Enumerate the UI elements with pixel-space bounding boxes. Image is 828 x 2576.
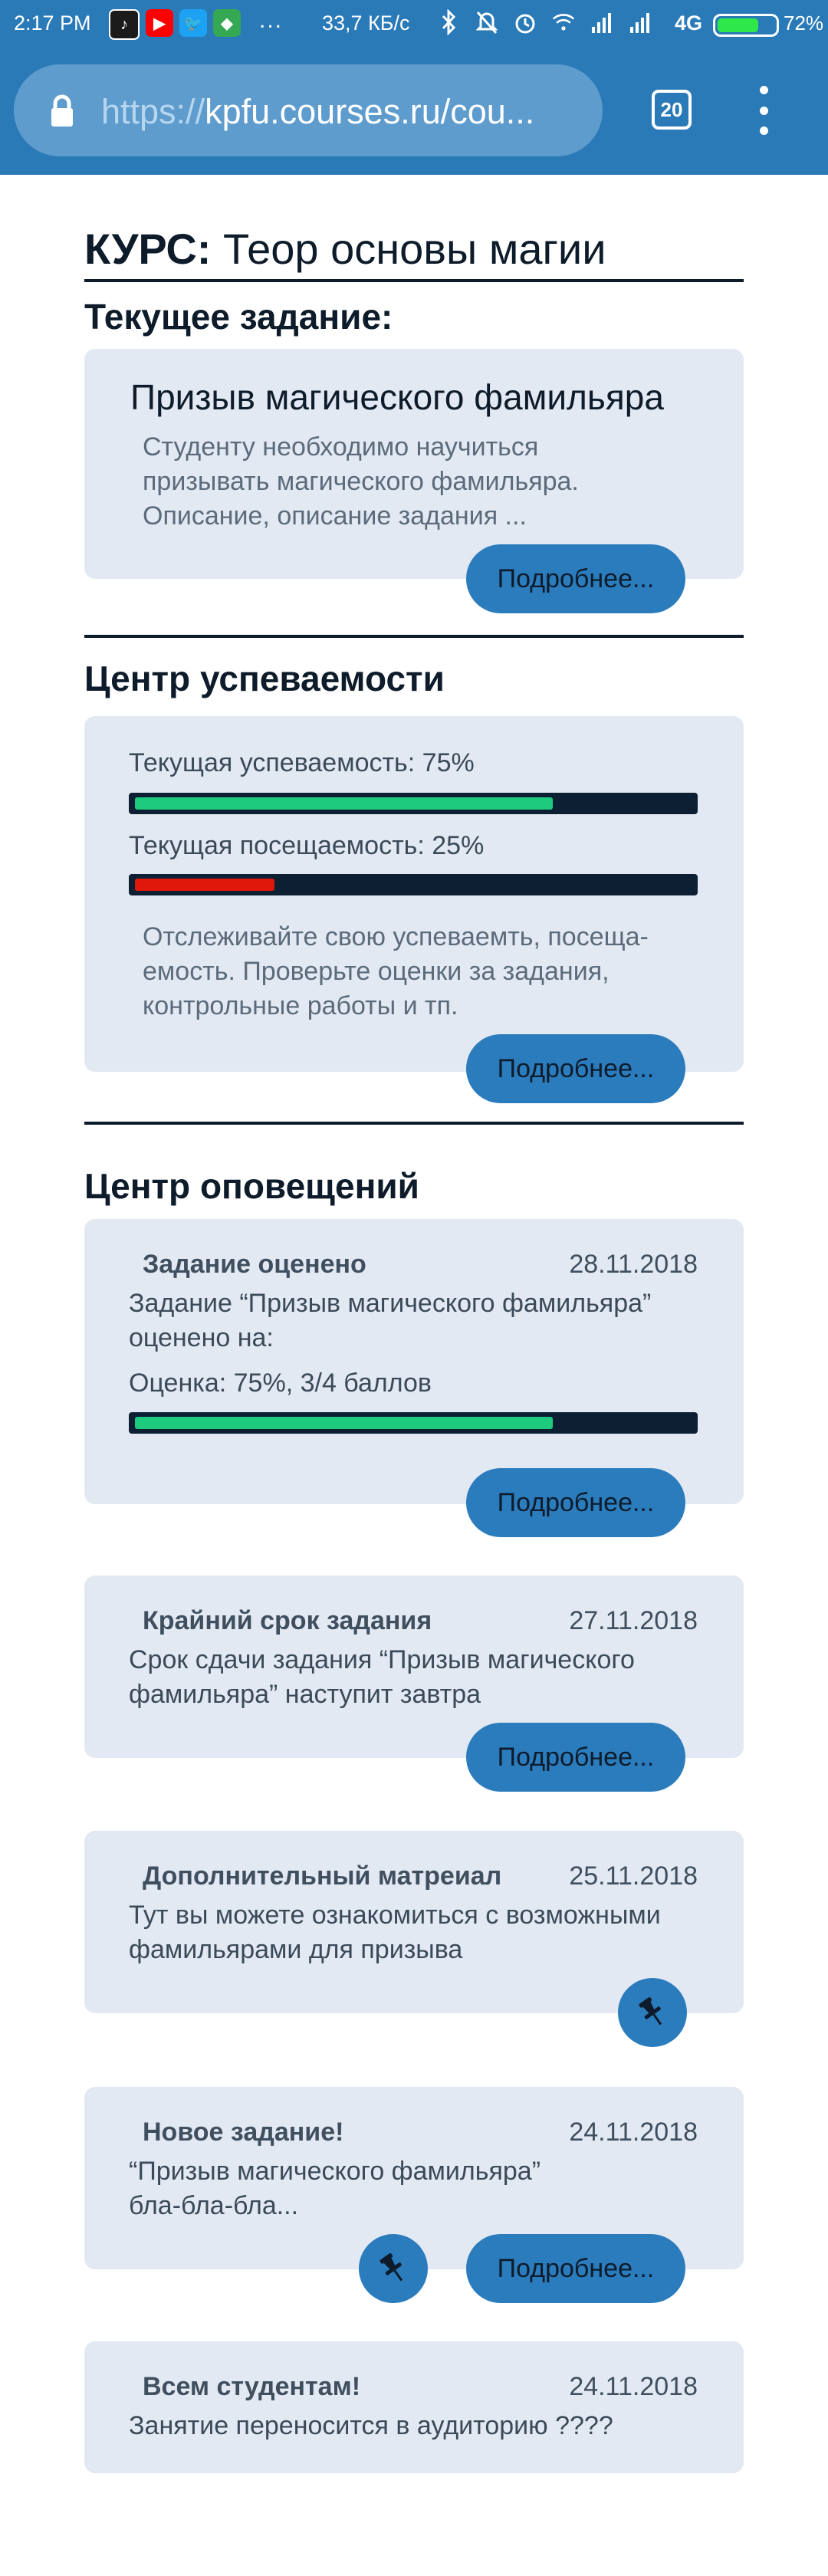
score-progress-bar bbox=[129, 1412, 698, 1434]
notification-icons: ♪ ▶ 🐦 ◆ bbox=[109, 9, 241, 40]
pin-icon bbox=[380, 2253, 403, 2282]
notification-card: Задание оценено 28.11.2018 Задание “Приз… bbox=[84, 1219, 744, 1537]
network-speed: 33,7 КБ/с bbox=[322, 12, 410, 34]
notification-details-button[interactable]: Подробнее... bbox=[466, 1468, 685, 1537]
task-title: Призыв магического фамильяра bbox=[130, 377, 664, 417]
grade-label: Текущая успеваемость: 75% bbox=[129, 748, 475, 777]
lock-icon bbox=[51, 94, 73, 127]
score-label: Оценка: 75%, 3/4 баллов bbox=[129, 1368, 432, 1398]
notification-date: 28.11.2018 bbox=[569, 1250, 698, 1279]
attendance-progress-fill bbox=[135, 879, 274, 891]
notification-date: 27.11.2018 bbox=[569, 1606, 698, 1635]
maps-icon: ◆ bbox=[213, 9, 241, 37]
notification-text: “Призыв магического фамильяра” бла-бла-б… bbox=[129, 2157, 541, 2220]
notification-date: 24.11.2018 bbox=[569, 2372, 698, 2401]
url-bar[interactable]: https://kpfu.courses.ru/cou... bbox=[14, 64, 603, 156]
bluetooth-icon bbox=[437, 8, 460, 36]
attendance-label: Текущая посещаемость: 25% bbox=[129, 831, 485, 860]
notification-title: Задание оценено bbox=[143, 1250, 366, 1279]
mute-bell-icon bbox=[475, 8, 498, 36]
notification-card: Новое задание! 24.11.2018 “Призыв магиче… bbox=[84, 2087, 744, 2303]
music-app-icon: ♪ bbox=[109, 9, 140, 40]
status-time: 2:17 PM bbox=[14, 12, 91, 34]
task-description: Студенту необходимо научиться призывать … bbox=[143, 432, 579, 531]
notifications-heading: Центр оповещений bbox=[84, 1166, 419, 1206]
notification-date: 24.11.2018 bbox=[569, 2118, 698, 2147]
browser-top-bar: 2:17 PM ♪ ▶ 🐦 ◆ ... 33,7 КБ/с 4G 72% htt… bbox=[0, 0, 828, 175]
notification-title: Крайний срок задания bbox=[143, 1606, 432, 1635]
wifi-icon bbox=[552, 8, 575, 36]
grade-progress-fill bbox=[135, 797, 553, 810]
progress-heading: Центр успеваемости bbox=[84, 659, 445, 698]
notification-details-button[interactable]: Подробнее... bbox=[466, 2234, 685, 2303]
url-text[interactable]: https://kpfu.courses.ru/cou... bbox=[101, 92, 592, 132]
notification-text: Занятие переносится в аудиторию ???? bbox=[129, 2411, 613, 2440]
signal-icon bbox=[590, 8, 613, 36]
pin-button[interactable] bbox=[618, 1978, 687, 2047]
current-task-card: Призыв магического фамильяра Студенту не… bbox=[84, 349, 744, 613]
divider bbox=[84, 279, 744, 282]
tab-switcher-button[interactable]: 20 bbox=[652, 90, 692, 130]
progress-description: Отслеживайте свою успеваемть, посеща- ем… bbox=[143, 922, 649, 1020]
notification-details-button[interactable]: Подробнее... bbox=[466, 1723, 685, 1792]
notification-title: Новое задание! bbox=[143, 2118, 344, 2147]
task-details-button[interactable]: Подробнее... bbox=[466, 544, 685, 613]
notification-card: Всем студентам! 24.11.2018 Занятие перен… bbox=[84, 2341, 744, 2473]
notification-text: Задание “Призыв магического фамильяра” о… bbox=[129, 1289, 652, 1352]
course-title: КУРС: Теор основы магии bbox=[84, 225, 606, 273]
attendance-progress-bar bbox=[129, 874, 698, 895]
battery-percent: 72% bbox=[784, 12, 824, 34]
youtube-icon: ▶ bbox=[146, 9, 173, 37]
pin-button[interactable] bbox=[359, 2234, 428, 2303]
progress-card: Текущая успеваемость: 75% Текущая посеща… bbox=[84, 716, 744, 1103]
battery-icon bbox=[713, 14, 779, 37]
battery-level bbox=[718, 18, 759, 32]
grade-progress-bar bbox=[129, 793, 698, 814]
alarm-icon bbox=[514, 8, 537, 36]
notification-date: 25.11.2018 bbox=[569, 1861, 698, 1891]
browser-menu-button[interactable] bbox=[750, 86, 777, 135]
status-bar: 2:17 PM ♪ ▶ 🐦 ◆ ... 33,7 КБ/с 4G 72% bbox=[0, 0, 828, 49]
progress-details-button[interactable]: Подробнее... bbox=[466, 1034, 685, 1103]
notification-card: Крайний срок задания 27.11.2018 Срок сда… bbox=[84, 1576, 744, 1792]
divider bbox=[84, 1122, 744, 1125]
notification-text: Срок сдачи задания “Призыв магического ф… bbox=[129, 1645, 635, 1709]
signal-2-icon bbox=[629, 8, 652, 36]
notification-title: Всем студентам! bbox=[143, 2372, 361, 2401]
twitter-icon: 🐦 bbox=[179, 9, 207, 37]
notification-card: Дополнительный матреиал 25.11.2018 Тут в… bbox=[84, 1831, 744, 2047]
notification-title: Дополнительный матреиал bbox=[143, 1861, 502, 1891]
score-progress-fill bbox=[135, 1417, 553, 1429]
current-task-heading: Текущее задание: bbox=[84, 297, 393, 337]
more-notifications-icon: ... bbox=[259, 8, 284, 33]
pin-icon bbox=[639, 1997, 662, 2026]
notification-text: Тут вы можете ознакомиться с возможными … bbox=[129, 1901, 661, 1964]
network-type: 4G bbox=[675, 12, 703, 34]
divider bbox=[84, 635, 744, 638]
